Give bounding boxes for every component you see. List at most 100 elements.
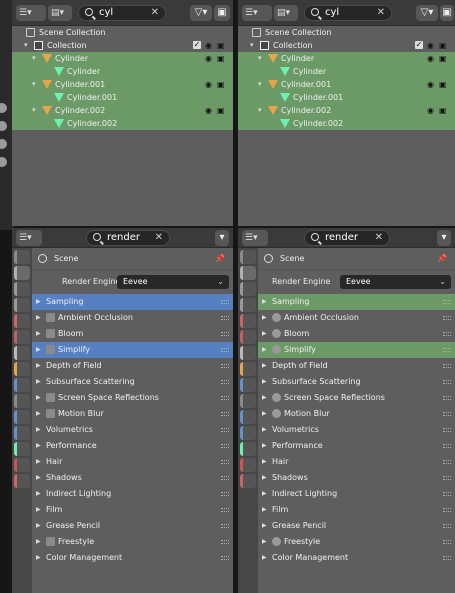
texture-tab-icon[interactable] xyxy=(14,474,30,488)
panel-enable-checkbox[interactable] xyxy=(46,329,55,338)
panel-header[interactable]: ▶ Simplify xyxy=(258,342,455,358)
panel-enable-checkbox[interactable] xyxy=(272,393,281,402)
panel-header[interactable]: ▶ Screen Space Reflections xyxy=(258,390,455,406)
panel-header[interactable]: ▶ Hair xyxy=(258,454,455,470)
collapse-arrow-icon[interactable]: ▶ xyxy=(262,422,267,438)
panel-header[interactable]: ▶ Subsurface Scattering xyxy=(258,374,455,390)
collapse-arrow-icon[interactable]: ▶ xyxy=(262,550,267,566)
render-engine-dropdown[interactable]: Eevee ⌄ xyxy=(117,275,229,289)
drag-handle-icon[interactable] xyxy=(443,300,451,304)
panel-enable-checkbox[interactable] xyxy=(272,409,281,418)
object-tab-icon[interactable] xyxy=(14,362,30,376)
panel-header[interactable]: ▶ Color Management xyxy=(258,550,455,566)
camera-icon[interactable]: ▣ xyxy=(217,78,225,91)
drag-handle-icon[interactable] xyxy=(221,348,229,352)
panel-header[interactable]: ▶ Sampling xyxy=(32,294,233,310)
outliner-row[interactable]: ▾ Cylinder.001 ◉ ▣ xyxy=(238,78,455,91)
editor-type-button[interactable]: ☰▾ xyxy=(16,5,46,21)
particles-tab-icon[interactable] xyxy=(14,394,30,408)
collapse-arrow-icon[interactable]: ▶ xyxy=(36,518,41,534)
drag-handle-icon[interactable] xyxy=(221,300,229,304)
outliner-search-input[interactable]: cyl ✕ xyxy=(78,5,166,21)
outliner-row[interactable]: Cylinder.002 xyxy=(12,117,233,130)
constraints-tab-icon[interactable] xyxy=(240,426,256,440)
drag-handle-icon[interactable] xyxy=(443,380,451,384)
drag-handle-icon[interactable] xyxy=(443,396,451,400)
object-tab-icon[interactable] xyxy=(240,362,256,376)
panel-header[interactable]: ▶ Film xyxy=(258,502,455,518)
filter-button[interactable]: ▽▾ xyxy=(416,5,438,21)
modifier-tab-icon[interactable] xyxy=(14,378,30,392)
panel-enable-checkbox[interactable] xyxy=(272,345,281,354)
new-collection-button[interactable]: ▣ xyxy=(214,5,230,21)
panel-header[interactable]: ▶ Volumetrics xyxy=(32,422,233,438)
outliner-row[interactable]: ▾ Cylinder.002 ◉ ▣ xyxy=(12,104,233,117)
collapse-arrow-icon[interactable]: ▶ xyxy=(36,454,41,470)
data-tab-icon[interactable] xyxy=(240,442,256,456)
pin-icon[interactable]: 📌 xyxy=(215,248,225,270)
expand-arrow-icon[interactable]: ▾ xyxy=(258,104,262,117)
expand-arrow-icon[interactable]: ▾ xyxy=(258,78,262,91)
panel-header[interactable]: ▶ Color Management xyxy=(32,550,233,566)
eye-icon[interactable]: ◉ xyxy=(205,78,212,91)
exclude-checkbox[interactable]: ✓ xyxy=(415,41,423,49)
outliner-row[interactable]: ▾ Collection ✓ ◉ ▣ xyxy=(12,39,233,52)
clear-icon[interactable]: ✕ xyxy=(151,6,159,20)
panel-header[interactable]: ▶ Motion Blur xyxy=(32,406,233,422)
panel-header[interactable]: ▶ Shadows xyxy=(258,470,455,486)
drag-handle-icon[interactable] xyxy=(443,524,451,528)
display-mode-button[interactable]: ▤▾ xyxy=(48,5,72,21)
tool-dot[interactable] xyxy=(0,102,8,114)
camera-icon[interactable]: ▣ xyxy=(217,104,225,117)
texture-tab-icon[interactable] xyxy=(240,474,256,488)
drag-handle-icon[interactable] xyxy=(443,508,451,512)
render-engine-dropdown[interactable]: Eevee ⌄ xyxy=(340,275,451,289)
panel-enable-checkbox[interactable] xyxy=(46,345,55,354)
outliner-row[interactable]: Scene Collection xyxy=(238,26,455,39)
modifier-tab-icon[interactable] xyxy=(240,378,256,392)
particles-tab-icon[interactable] xyxy=(240,394,256,408)
panel-header[interactable]: ▶ Film xyxy=(32,502,233,518)
drag-handle-icon[interactable] xyxy=(221,364,229,368)
camera-icon[interactable]: ▣ xyxy=(439,104,447,117)
new-collection-button[interactable]: ▣ xyxy=(440,5,454,21)
panel-header[interactable]: ▶ Simplify xyxy=(32,342,233,358)
options-dropdown[interactable]: ▾ xyxy=(437,230,451,246)
outliner-row[interactable]: Cylinder.002 xyxy=(238,117,455,130)
drag-handle-icon[interactable] xyxy=(443,444,451,448)
collapse-arrow-icon[interactable]: ▶ xyxy=(36,390,41,406)
collapse-arrow-icon[interactable]: ▶ xyxy=(36,534,41,550)
scene-tab-icon[interactable] xyxy=(14,314,30,328)
options-dropdown[interactable]: ▾ xyxy=(215,230,229,246)
panel-header[interactable]: ▶ Freestyle xyxy=(32,534,233,550)
collapse-arrow-icon[interactable]: ▶ xyxy=(36,310,41,326)
outliner-row[interactable]: ▾ Cylinder.001 ◉ ▣ xyxy=(12,78,233,91)
drag-handle-icon[interactable] xyxy=(443,412,451,416)
collapse-arrow-icon[interactable]: ▶ xyxy=(262,518,267,534)
collapse-arrow-icon[interactable]: ▶ xyxy=(262,470,267,486)
collapse-arrow-icon[interactable]: ▶ xyxy=(262,326,267,342)
drag-handle-icon[interactable] xyxy=(443,492,451,496)
panel-header[interactable]: ▶ Freestyle xyxy=(258,534,455,550)
drag-handle-icon[interactable] xyxy=(443,428,451,432)
drag-handle-icon[interactable] xyxy=(221,444,229,448)
collapse-arrow-icon[interactable]: ▶ xyxy=(262,358,267,374)
display-mode-button[interactable]: ▤▾ xyxy=(274,5,298,21)
outliner-row[interactable]: ▾ Cylinder ◉ ▣ xyxy=(12,52,233,65)
drag-handle-icon[interactable] xyxy=(221,412,229,416)
drag-handle-icon[interactable] xyxy=(443,316,451,320)
panel-header[interactable]: ▶ Performance xyxy=(32,438,233,454)
tool-dot[interactable] xyxy=(0,138,8,150)
view-layer-tab-icon[interactable] xyxy=(14,298,30,312)
drag-handle-icon[interactable] xyxy=(221,428,229,432)
panel-header[interactable]: ▶ Grease Pencil xyxy=(32,518,233,534)
data-tab-icon[interactable] xyxy=(14,442,30,456)
camera-icon[interactable]: ▣ xyxy=(217,39,225,52)
expand-arrow-icon[interactable]: ▾ xyxy=(258,52,262,65)
panel-enable-checkbox[interactable] xyxy=(272,313,281,322)
drag-handle-icon[interactable] xyxy=(443,460,451,464)
drag-handle-icon[interactable] xyxy=(221,492,229,496)
output-tab-icon[interactable] xyxy=(14,282,30,296)
collapse-arrow-icon[interactable]: ▶ xyxy=(262,534,267,550)
eye-icon[interactable]: ◉ xyxy=(205,52,212,65)
